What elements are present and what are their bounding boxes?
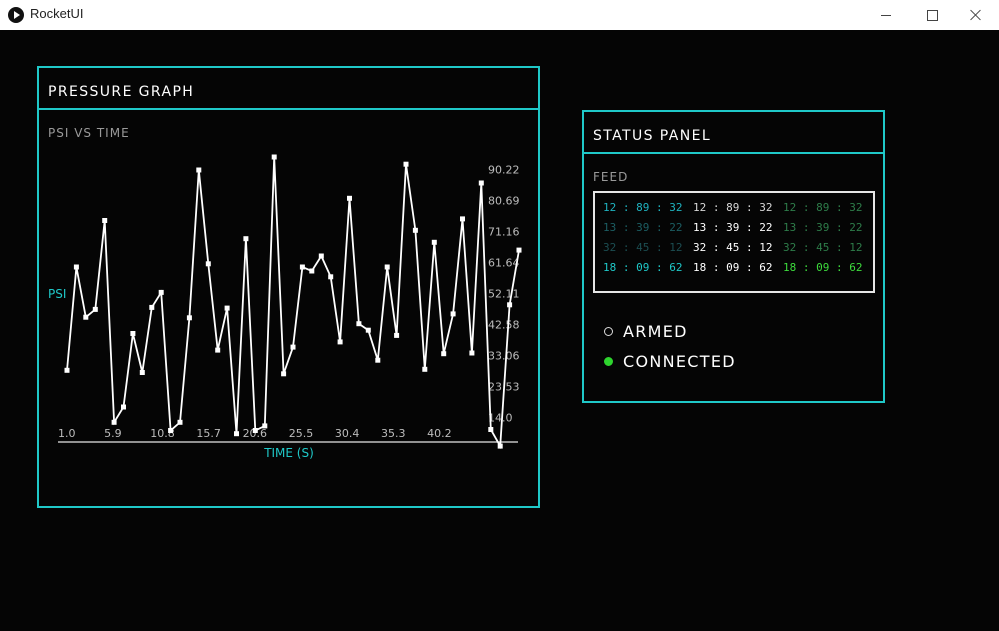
status-panel: STATUS PANEL FEED 12 : 89 : 32 12 : 89 : … bbox=[582, 110, 885, 403]
feed-cell: 18 : 09 : 62 bbox=[783, 261, 863, 274]
status-armed: ARMED bbox=[604, 322, 688, 341]
feed-cell: 12 : 89 : 32 bbox=[603, 201, 683, 214]
feed-cell: 13 : 39 : 22 bbox=[603, 221, 683, 234]
close-button[interactable] bbox=[953, 0, 999, 30]
chart-subtitle: PSI VS TIME bbox=[48, 126, 130, 140]
connected-indicator-icon bbox=[604, 357, 613, 366]
maximize-icon bbox=[926, 9, 938, 21]
connected-label: CONNECTED bbox=[623, 352, 736, 371]
feed-cell: 32 : 45 : 12 bbox=[783, 241, 863, 254]
window-titlebar: RocketUI bbox=[0, 0, 999, 30]
minimize-button[interactable] bbox=[863, 0, 909, 30]
feed-cell: 12 : 89 : 32 bbox=[693, 201, 773, 214]
feed-cell: 13 : 39 : 22 bbox=[693, 221, 773, 234]
feed-cell: 32 : 45 : 12 bbox=[603, 241, 683, 254]
status-panel-title: STATUS PANEL bbox=[593, 128, 712, 144]
feed-cell: 18 : 09 : 62 bbox=[693, 261, 773, 274]
armed-label: ARMED bbox=[623, 322, 688, 341]
minimize-icon bbox=[881, 14, 891, 16]
maximize-button[interactable] bbox=[909, 0, 955, 30]
feed-cell: 13 : 39 : 22 bbox=[783, 221, 863, 234]
pressure-graph-title: PRESSURE GRAPH bbox=[48, 84, 195, 100]
status-panel-header: STATUS PANEL bbox=[584, 112, 883, 154]
feed-cell: 32 : 45 : 12 bbox=[693, 241, 773, 254]
close-icon bbox=[970, 9, 982, 21]
pressure-graph-panel: PRESSURE GRAPH PSI VS TIME bbox=[37, 66, 540, 508]
pressure-graph-header: PRESSURE GRAPH bbox=[39, 68, 538, 110]
armed-indicator-icon bbox=[604, 327, 613, 336]
feed-label: FEED bbox=[593, 170, 629, 184]
feed-box: 12 : 89 : 32 12 : 89 : 32 12 : 89 : 32 13 :… bbox=[593, 191, 875, 293]
feed-cell: 18 : 09 : 62 bbox=[603, 261, 683, 274]
window-title: RocketUI bbox=[30, 6, 84, 21]
status-connected: CONNECTED bbox=[604, 352, 736, 371]
feed-cell: 12 : 89 : 32 bbox=[783, 201, 863, 214]
app-play-icon bbox=[8, 7, 24, 23]
